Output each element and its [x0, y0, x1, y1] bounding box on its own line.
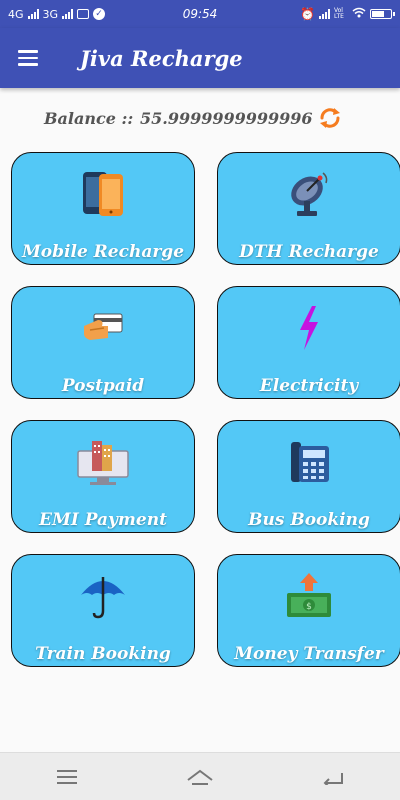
mobile-recharge-tile[interactable]: Mobile Recharge: [11, 152, 195, 265]
home-nav-button[interactable]: [170, 757, 230, 797]
alarm-icon: ⏰: [300, 7, 315, 21]
balance-row: Balance :: 55.9999999999996: [0, 100, 400, 136]
back-icon: [323, 772, 344, 785]
phone-keypad-icon: [287, 435, 331, 489]
clock: 09:54: [182, 7, 218, 21]
hamburger-icon-line: [18, 63, 38, 66]
wifi-icon: [352, 7, 366, 21]
app-title: Jiva Recharge: [80, 45, 243, 71]
tile-label: Bus Booking: [248, 510, 370, 530]
lightning-icon: [294, 301, 324, 355]
tile-label: EMI Payment: [39, 510, 167, 530]
signal-icon-2: [62, 9, 74, 19]
tile-label: Postpaid: [61, 376, 145, 396]
monitor-building-icon: [75, 435, 131, 489]
signal-icon-3: [319, 9, 330, 19]
status-left: 4G 3G ✓: [8, 7, 106, 21]
tile-label: Mobile Recharge: [21, 242, 185, 262]
tile-label: Money Transfer: [234, 644, 384, 664]
menu-button[interactable]: [0, 28, 56, 88]
menu-nav-button[interactable]: [37, 757, 97, 797]
hamburger-icon-line: [18, 56, 38, 60]
status-bar: 4G 3G ✓ 09:54 ⏰ Vol LTE: [0, 0, 400, 28]
hamburger-icon-line: [18, 50, 38, 53]
balance-label: Balance ::: [44, 108, 134, 128]
check-circle-icon: ✓: [93, 8, 106, 20]
network-type-2: 3G: [42, 7, 59, 21]
balance-value: 55.9999999999996: [140, 108, 313, 128]
money-transfer-tile[interactable]: $ Money Transfer: [217, 554, 400, 667]
system-nav-bar: [0, 752, 400, 800]
tile-label: Electricity: [259, 376, 359, 396]
train-booking-tile[interactable]: Train Booking: [11, 554, 195, 667]
postpaid-tile[interactable]: Postpaid: [11, 286, 195, 399]
status-right: ⏰ Vol LTE: [300, 7, 395, 21]
menu-icon: [56, 769, 77, 784]
refresh-button[interactable]: [316, 104, 344, 132]
umbrella-icon: [79, 569, 127, 623]
back-nav-button[interactable]: [303, 757, 363, 797]
app-bar: Jiva Recharge: [0, 28, 400, 88]
dth-recharge-tile[interactable]: DTH Recharge: [217, 152, 400, 265]
emi-payment-tile[interactable]: EMI Payment: [11, 420, 195, 533]
network-type-1: 4G: [8, 7, 24, 21]
volte-label: Vol LTE: [334, 7, 344, 20]
satellite-dish-icon: [285, 167, 333, 221]
signal-icon: [27, 9, 39, 19]
card-payment-icon: [80, 301, 126, 355]
mobile-phone-icon: [81, 167, 125, 221]
tile-label: Train Booking: [35, 644, 171, 664]
tile-label: DTH Recharge: [239, 242, 379, 262]
home-icon: [187, 769, 213, 785]
electricity-tile[interactable]: Electricity: [217, 286, 400, 399]
bus-booking-tile[interactable]: Bus Booking: [217, 420, 400, 533]
svg-text:$: $: [306, 602, 312, 612]
battery-icon: [370, 9, 395, 19]
notification-icon: [77, 9, 90, 19]
money-transfer-icon: $: [284, 569, 334, 623]
refresh-icon: [320, 108, 340, 128]
